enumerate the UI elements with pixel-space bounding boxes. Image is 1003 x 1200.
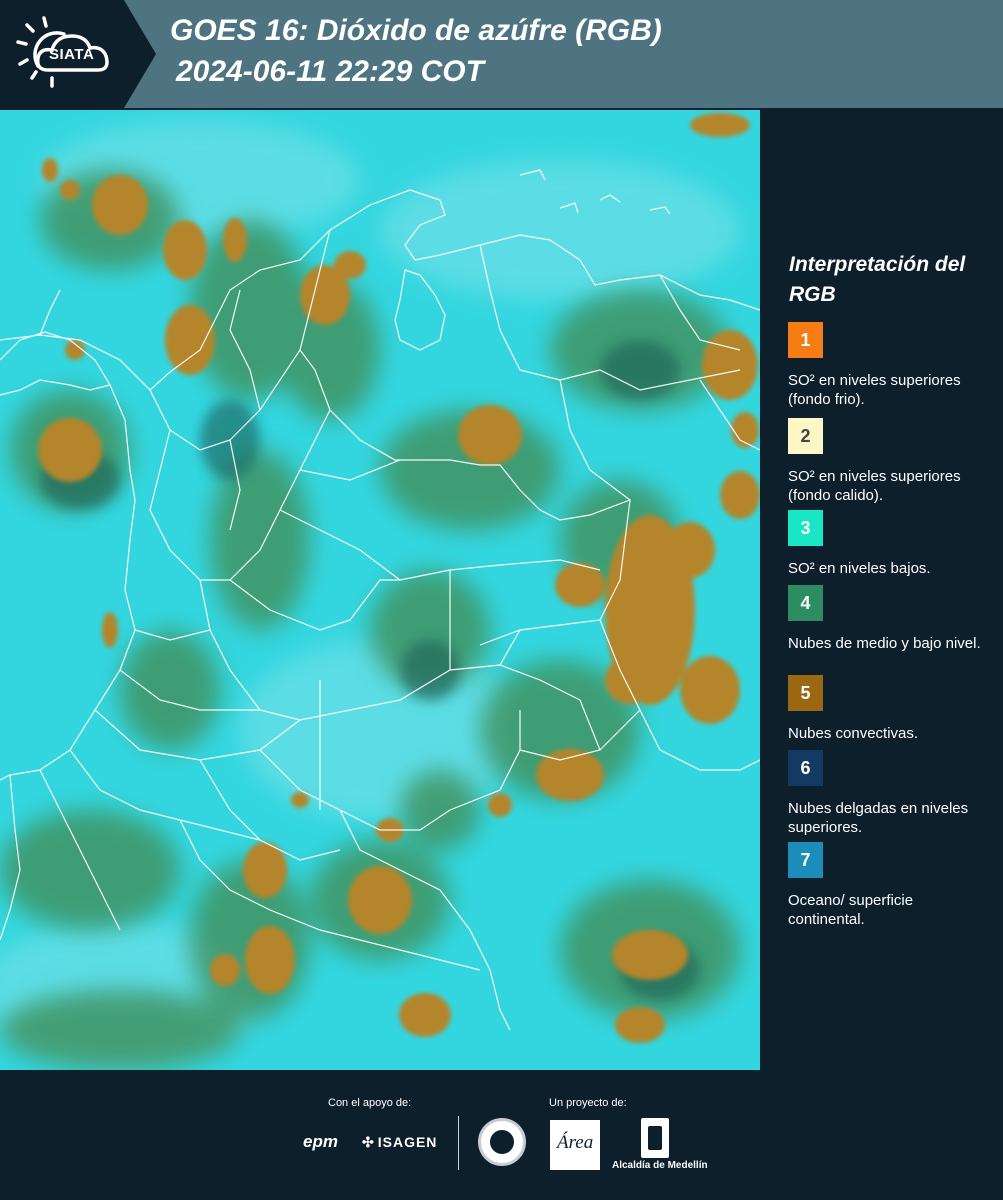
timestamp: 2024-06-11 22:29 COT [176, 55, 484, 88]
legend-label-3: SO² en niveles bajos. [788, 560, 931, 577]
legend-swatch-4: 4 [788, 585, 823, 621]
alcaldia-label: Alcaldía de Medellín [612, 1160, 708, 1171]
legend-label-2: SO² en niveles superiores (fondo calido)… [788, 468, 961, 504]
alcaldia-shield-icon [641, 1118, 669, 1158]
legend-label-5: Nubes convectivas. [788, 725, 919, 742]
logo-text: SIATA [49, 46, 95, 63]
legend-swatch-3: 3 [788, 510, 823, 546]
satellite-image [0, 110, 760, 1070]
satellite-map [0, 110, 760, 1070]
legend-swatch-2: 2 [788, 418, 823, 454]
legend-swatch-6: 6 [788, 750, 823, 786]
legend-item-7: 7 Oceano/ superficie continental. [788, 842, 993, 929]
legend-title: Interpretación del RGB [789, 253, 966, 306]
legend-item-2: 2 SO² en niveles superiores (fondo calid… [788, 418, 993, 505]
legend-label-7: Oceano/ superficie continental. [788, 892, 914, 928]
legend-item-3: 3 SO² en niveles bajos. [788, 510, 993, 578]
legend-swatch-5: 5 [788, 675, 823, 711]
medellin-seal-icon [478, 1118, 526, 1166]
logo-panel: SIATA [0, 0, 156, 108]
legend-label-6: Nubes delgadas en niveles superiores. [788, 800, 969, 836]
legend-swatch-1: 1 [788, 322, 823, 358]
legend-swatch-7: 7 [788, 842, 823, 878]
epm-logo: epm [303, 1132, 338, 1151]
legend-label-1: SO² en niveles superiores (fondo frio). [788, 372, 961, 408]
area-metropolitana-logo: Área [550, 1120, 600, 1170]
legend-label-4: Nubes de medio y bajo nivel. [788, 635, 981, 652]
page-title: GOES 16: Dióxido de azúfre (RGB) [170, 14, 662, 47]
legend-item-6: 6 Nubes delgadas en niveles superiores. [788, 750, 993, 837]
header: SIATA GOES 16: Dióxido de azúfre (RGB) 2… [0, 0, 1003, 108]
isagen-text: ISAGEN [377, 1134, 438, 1150]
legend-item-4: 4 Nubes de medio y bajo nivel. [788, 585, 993, 653]
isagen-mark-icon: ✣ [362, 1134, 375, 1150]
legend-item-1: 1 SO² en niveles superiores (fondo frio)… [788, 322, 993, 409]
support-label: Con el apoyo de: [328, 1097, 412, 1109]
legend-item-5: 5 Nubes convectivas. [788, 675, 993, 743]
project-label: Un proyecto de: [549, 1097, 627, 1109]
footer-divider [458, 1116, 459, 1170]
legend-panel: Interpretación del RGB 1 SO² en niveles … [760, 110, 1003, 1070]
isagen-logo: ✣ ISAGEN [362, 1134, 437, 1151]
footer: Con el apoyo de: Un proyecto de: epm ✣ IS… [0, 1070, 1003, 1200]
